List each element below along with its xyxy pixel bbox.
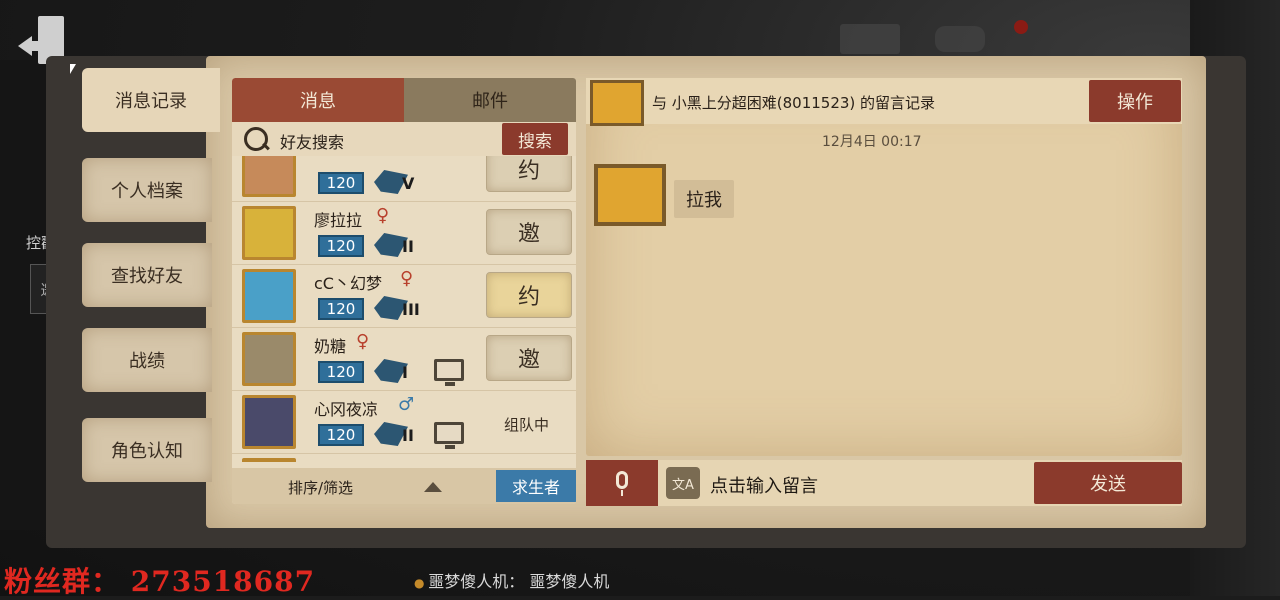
rank-icon: V [374, 168, 418, 196]
invite-button[interactable]: 约 [486, 156, 572, 192]
avatar [242, 269, 296, 323]
rank-icon: III [374, 294, 420, 322]
translate-icon[interactable]: 文A [666, 467, 700, 499]
female-icon: ♀ [400, 268, 414, 289]
friend-name: 心冈夜凉 [314, 400, 379, 419]
microphone-stand [621, 490, 623, 496]
avatar [242, 458, 296, 462]
avatar [242, 206, 296, 260]
overlay-dot-icon: ● [414, 576, 429, 590]
message-timestamp: 12月4日 00:17 [822, 134, 922, 150]
invite-button[interactable]: 约 [486, 272, 572, 318]
search-button[interactable]: 搜索 [502, 123, 568, 155]
pc-platform-icon [434, 359, 464, 386]
level-badge: 120 [318, 298, 364, 320]
friend-name: 奶糖 [314, 337, 347, 356]
mouse-cursor [70, 64, 76, 74]
rank-tier: III [402, 300, 420, 319]
rank-icon: II [374, 420, 418, 448]
level-badge: 120 [318, 361, 364, 383]
invite-button[interactable]: 邀 [486, 209, 572, 255]
rank-icon: I [374, 357, 418, 385]
message-bubble: 拉我 [674, 180, 734, 218]
caret-up-icon[interactable] [424, 482, 442, 492]
avatar [242, 395, 296, 449]
tab-find-friends[interactable]: 查找好友 [82, 243, 212, 307]
list-item[interactable]: 120 V 约 [232, 156, 576, 202]
chat-header: 与 小黑上分超困难(8011523) 的留言记录 操作 [586, 78, 1182, 126]
avatar [590, 80, 644, 126]
female-icon: ♀ [356, 331, 370, 352]
chat-area: 与 小黑上分超困难(8011523) 的留言记录 操作 12月4日 00:17 … [586, 78, 1182, 456]
avatar [242, 156, 296, 197]
list-item[interactable]: cC丶幻梦 ♀ 120 III 约 [232, 264, 576, 328]
tab-profile[interactable]: 个人档案 [82, 158, 212, 222]
pc-platform-icon [434, 422, 464, 449]
status-text: 组队中 [504, 416, 550, 434]
list-item[interactable]: 廖拉拉 ♀ 120 II 邀 [232, 201, 576, 265]
avatar [594, 164, 666, 226]
avatar [242, 332, 296, 386]
tab-records[interactable]: 战绩 [82, 328, 212, 392]
exit-arrow-bar [30, 41, 44, 51]
tab-character-cognition[interactable]: 角色认知 [82, 418, 212, 482]
level-badge: 120 [318, 172, 364, 194]
message-input-row: 文A 点击输入留言 发送 [586, 460, 1182, 506]
chat-title: 与 小黑上分超困难(8011523) 的留言记录 [652, 94, 936, 112]
male-icon: ♂ [398, 394, 415, 415]
tab-mail[interactable]: 邮件 [404, 78, 576, 122]
invite-button[interactable]: 邀 [486, 335, 572, 381]
rank-tier: V [402, 174, 415, 193]
background-lamp [1014, 20, 1028, 34]
tab-messages[interactable]: 消息 [232, 78, 404, 122]
background-frame [935, 26, 985, 52]
stream-bot-overlay: ● 噩梦傻人机： 噩梦傻人机 [414, 568, 609, 592]
role-survivor-button[interactable]: 求生者 [496, 470, 576, 502]
search-icon [244, 127, 268, 151]
list-item[interactable] [232, 453, 576, 462]
level-badge: 120 [318, 424, 364, 446]
operate-button[interactable]: 操作 [1089, 80, 1181, 122]
sort-filter-button[interactable]: 排序/筛选 [288, 477, 353, 498]
friend-search-row: 好友搜索 搜索 [232, 122, 576, 156]
sort-bar: 排序/筛选 求生者 [232, 468, 576, 504]
female-icon: ♀ [376, 205, 390, 226]
stream-bot-text: 噩梦傻人机： 噩梦傻人机 [428, 572, 610, 591]
rank-tier: I [402, 363, 408, 382]
tab-message-records[interactable]: 消息记录 [82, 68, 220, 132]
rank-tier: II [402, 426, 414, 445]
background-frame [840, 24, 900, 54]
friend-name: 廖拉拉 [314, 211, 363, 230]
list-item[interactable]: 心冈夜凉 ♂ 120 II 组队中 [232, 390, 576, 454]
rank-icon: II [374, 231, 418, 259]
friend-list-panel: 消息 邮件 好友搜索 搜索 120 V 约 廖拉拉 ♀ 120 II 邀 cC丶… [232, 78, 576, 504]
microphone-icon [616, 471, 628, 489]
friend-list[interactable]: 120 V 约 廖拉拉 ♀ 120 II 邀 cC丶幻梦 ♀ 120 III 约… [232, 156, 576, 462]
rank-tier: II [402, 237, 414, 256]
stream-fans-overlay: 粉丝群： 273518687 [4, 565, 316, 598]
level-badge: 120 [318, 235, 364, 257]
send-button[interactable]: 发送 [1034, 462, 1182, 504]
search-input[interactable]: 好友搜索 [280, 129, 344, 153]
voice-button[interactable] [586, 460, 658, 506]
friend-name: cC丶幻梦 [314, 274, 382, 293]
list-item[interactable]: 奶糖 ♀ 120 I 邀 [232, 327, 576, 391]
message-input[interactable]: 点击输入留言 [710, 472, 818, 498]
